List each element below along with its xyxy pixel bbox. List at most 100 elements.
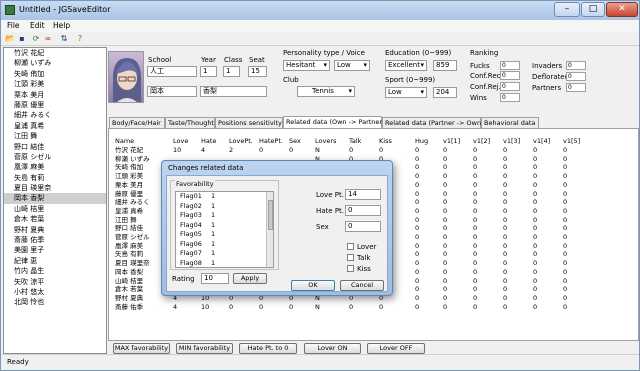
student-list-item[interactable]: 山崎 桔里: [4, 204, 106, 214]
student-list-item[interactable]: 野口 結佳: [4, 142, 106, 152]
column-header[interactable]: HatePt.: [257, 135, 287, 146]
column-header[interactable]: v1[2]: [471, 135, 501, 146]
student-list-item[interactable]: 細井 みるく: [4, 110, 106, 120]
sport-value-field[interactable]: 204: [433, 87, 457, 98]
flag-row[interactable]: Flag04 1: [176, 221, 273, 231]
tab-taste-thought[interactable]: Taste/Thought: [165, 117, 215, 128]
help-icon[interactable]: ?: [75, 34, 85, 44]
student-list-item[interactable]: 江頭 彩美: [4, 79, 106, 89]
flag-list[interactable]: Flag01 1 Flag02 1 Flag03 1 Flag04 1 Flag05 1 Flag0…: [175, 191, 274, 268]
tab-body-face-hair[interactable]: Body/Face/Hair: [109, 117, 165, 128]
flag-row[interactable]: Flag02 1: [176, 202, 273, 212]
apply-button[interactable]: Apply: [233, 273, 267, 284]
column-header[interactable]: Kiss: [377, 135, 413, 146]
reload-icon[interactable]: ⟳: [31, 34, 41, 44]
hate-pt-zero-button[interactable]: Hate Pt. to 0: [239, 343, 297, 354]
student-list-item[interactable]: 竹内 晶生: [4, 266, 106, 276]
flag-row[interactable]: Flag06 1: [176, 240, 273, 250]
student-list-item[interactable]: 矢島 有莉: [4, 173, 106, 183]
rating-field[interactable]: 10: [201, 273, 229, 284]
student-list-item[interactable]: 江田 舞: [4, 131, 106, 141]
column-header[interactable]: Hate: [199, 135, 227, 146]
student-list-item[interactable]: 藤原 優里: [4, 100, 106, 110]
table-row[interactable]: 斎藤 佑季 4 10 0 0 0 N 0 0 0 0 0 0 0 0: [113, 303, 591, 312]
student-list-item[interactable]: 小村 悠太: [4, 287, 106, 297]
column-header[interactable]: Name: [113, 135, 171, 146]
hate-pt-field[interactable]: 0: [345, 205, 381, 216]
column-header[interactable]: Love: [171, 135, 199, 146]
lover-off-button[interactable]: Lover OFF: [367, 343, 425, 354]
flag-row[interactable]: Flag05 1: [176, 230, 273, 240]
surname-field[interactable]: 岡本: [147, 86, 197, 97]
column-header[interactable]: v1[4]: [531, 135, 561, 146]
club-select[interactable]: Tennis: [297, 86, 355, 97]
talk-checkbox[interactable]: [347, 254, 354, 261]
student-list-item[interactable]: 菅原 シゼル: [4, 152, 106, 162]
flag-row[interactable]: Flag07 1: [176, 249, 273, 259]
maximize-button[interactable]: □: [581, 2, 605, 17]
tab-positions-sensitivity[interactable]: Positions sensitivity: [215, 117, 283, 128]
student-list-item[interactable]: 斎藤 佑季: [4, 235, 106, 245]
tab-related-partner-own[interactable]: Related data (Partner -> Own): [382, 117, 484, 128]
lover-on-button[interactable]: Lover ON: [304, 343, 361, 354]
scrollbar-thumb[interactable]: [268, 200, 273, 230]
max-favorability-button[interactable]: MAX favorability: [113, 343, 170, 354]
personality-select[interactable]: Hesitant: [283, 60, 330, 71]
flag-row[interactable]: Flag01 1: [176, 192, 273, 202]
column-header[interactable]: Lovers: [313, 135, 347, 146]
column-header[interactable]: Talk: [347, 135, 377, 146]
tab-related-own-partner[interactable]: Related data (Own -> Partner): [283, 116, 385, 128]
flag-row[interactable]: Flag03 1: [176, 211, 273, 221]
seat-field[interactable]: 15: [248, 66, 267, 77]
menu-file[interactable]: File: [7, 21, 20, 30]
table-row[interactable]: 竹沢 花紀 10 4 2 0 0 N 0 0 0 0 0 0 0 0: [113, 146, 591, 155]
student-list-item[interactable]: 矢吹 涼平: [4, 277, 106, 287]
column-header[interactable]: v1[3]: [501, 135, 531, 146]
class-field[interactable]: 1: [223, 66, 240, 77]
column-header[interactable]: v1[5]: [561, 135, 591, 146]
sex-field[interactable]: 0: [345, 221, 381, 232]
flag-list-scrollbar[interactable]: [266, 192, 273, 267]
student-list-item[interactable]: 倉木 若葉: [4, 214, 106, 224]
student-list-item[interactable]: 皇浦 真希: [4, 121, 106, 131]
student-list-item[interactable]: 夏目 瑛里奈: [4, 183, 106, 193]
save-icon[interactable]: ▪: [17, 34, 27, 44]
column-header[interactable]: LovePt.: [227, 135, 257, 146]
column-header[interactable]: Hug: [413, 135, 441, 146]
student-list-item[interactable]: 北岡 怜也: [4, 297, 106, 307]
student-list-item[interactable]: 美園 里子: [4, 245, 106, 255]
year-field[interactable]: 1: [200, 66, 217, 77]
tab-behavioral-data[interactable]: Behavioral data: [481, 117, 539, 128]
student-list-item[interactable]: 岡本 香梨: [4, 193, 106, 204]
ok-button[interactable]: OK: [291, 280, 335, 291]
menu-edit[interactable]: Edit: [30, 21, 45, 30]
sort-icon[interactable]: ⇅: [59, 34, 69, 44]
menu-help[interactable]: Help: [53, 21, 70, 30]
link-icon[interactable]: ∞: [43, 34, 53, 44]
cancel-button[interactable]: Cancel: [340, 280, 384, 291]
kiss-checkbox[interactable]: [347, 265, 354, 272]
lover-checkbox[interactable]: [347, 243, 354, 250]
education-value-field[interactable]: 859: [433, 60, 457, 71]
open-folder-icon[interactable]: 📂: [5, 34, 15, 44]
column-header[interactable]: Sex: [287, 135, 313, 146]
student-list-item[interactable]: 柳瀬 いずみ: [4, 58, 106, 68]
voice-select[interactable]: Low: [334, 60, 370, 71]
given-name-field[interactable]: 香梨: [200, 86, 267, 97]
flag-row[interactable]: Flag08 1: [176, 259, 273, 268]
min-favorability-button[interactable]: MIN favorability: [176, 343, 233, 354]
student-list-item[interactable]: 野村 夏典: [4, 225, 106, 235]
student-list-item[interactable]: 凰澤 麻美: [4, 162, 106, 172]
sport-rank-select[interactable]: Low: [385, 87, 427, 98]
student-list-item[interactable]: 栗本 美月: [4, 90, 106, 100]
minimize-button[interactable]: –: [554, 2, 580, 17]
student-list-item[interactable]: 竹沢 花紀: [4, 48, 106, 58]
school-field[interactable]: 人工: [147, 66, 197, 77]
student-list-item[interactable]: 矢崎 侑加: [4, 69, 106, 79]
student-list[interactable]: 竹沢 花紀 柳瀬 いずみ 矢崎 侑加 江頭 彩美 栗本 美月 藤原 優里 細井 みるく 皇浦 …: [3, 47, 107, 354]
student-list-item[interactable]: 紀律 恵: [4, 256, 106, 266]
close-button[interactable]: ✕: [606, 2, 638, 17]
education-rank-select[interactable]: Excellent: [385, 60, 427, 71]
love-pt-field[interactable]: 14: [345, 189, 381, 200]
column-header[interactable]: v1[1]: [441, 135, 471, 146]
